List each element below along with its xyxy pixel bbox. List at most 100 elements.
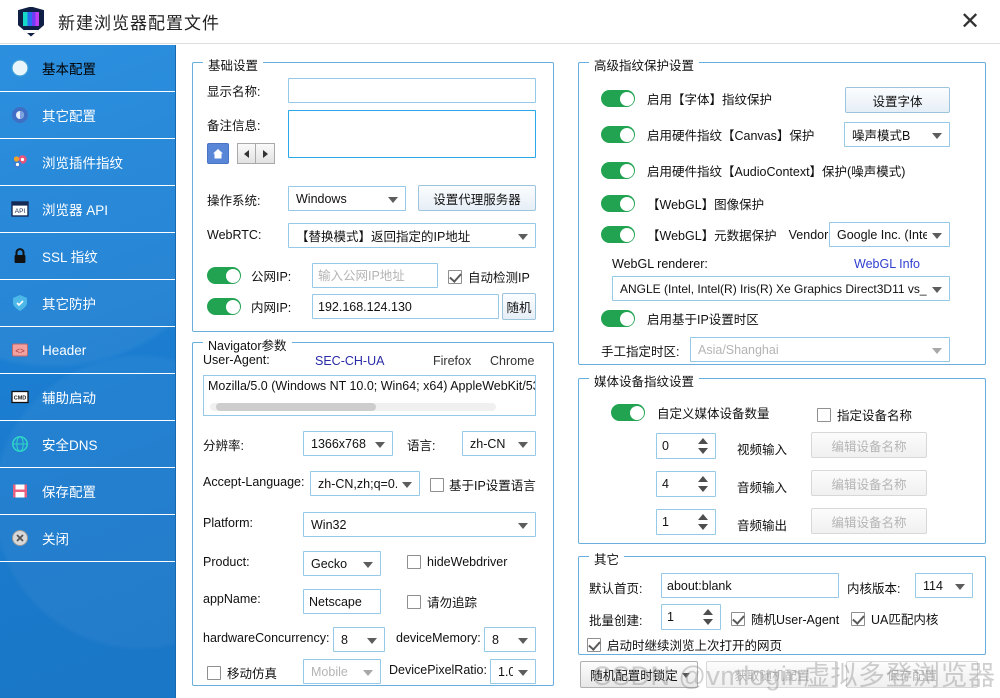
- sidebar-label: 其它防护: [42, 297, 96, 312]
- display-name-label: 显示名称:: [207, 85, 261, 99]
- sidebar-item-ssl-fingerprint[interactable]: SSL 指纹: [0, 233, 175, 280]
- batch-create-value[interactable]: [661, 604, 721, 630]
- canvas-protect-toggle[interactable]: [601, 126, 635, 143]
- resume-last-session-checkbox[interactable]: [587, 637, 601, 652]
- stepper-down-icon[interactable]: [698, 448, 708, 454]
- sidebar-item-basic-config[interactable]: 基本配置: [0, 45, 175, 92]
- audiocontext-protect-toggle[interactable]: [601, 162, 635, 179]
- auto-detect-ip-checkbox[interactable]: [448, 269, 462, 284]
- hardware-concurrency-select[interactable]: 8: [333, 627, 385, 652]
- font-protect-toggle[interactable]: [601, 90, 635, 107]
- vendor-select[interactable]: Google Inc. (Intel: [829, 222, 950, 247]
- lock-on-random-label: 随机配置时锁定: [590, 669, 678, 683]
- canvas-mode-select[interactable]: 噪声模式B: [844, 122, 950, 147]
- kernel-version-select[interactable]: 114: [915, 573, 973, 598]
- random-user-agent-checkbox[interactable]: [731, 611, 745, 626]
- sidebar-item-header[interactable]: <> Header: [0, 327, 175, 374]
- stepper-up-icon[interactable]: [703, 609, 713, 615]
- arrow-left-icon[interactable]: [237, 143, 256, 164]
- audio-input-stepper[interactable]: [656, 471, 716, 497]
- os-select[interactable]: Windows: [288, 186, 406, 211]
- svg-text:API: API: [15, 208, 26, 215]
- mobile-select[interactable]: Mobile: [303, 659, 381, 684]
- proxy-settings-button[interactable]: 设置代理服务器: [418, 185, 536, 211]
- tab-firefox[interactable]: Firefox: [433, 354, 471, 368]
- do-not-track-checkbox[interactable]: [407, 594, 421, 609]
- tab-chrome[interactable]: Chrome: [490, 354, 534, 368]
- close-window-button[interactable]: ✕: [954, 6, 986, 38]
- chevron-down-icon: [518, 637, 528, 644]
- audio-output-value[interactable]: [656, 509, 716, 535]
- mobile-simulation-checkbox[interactable]: [207, 665, 221, 680]
- audio-output-stepper[interactable]: [656, 509, 716, 535]
- language-select[interactable]: zh-CN: [462, 431, 536, 456]
- accept-language-select[interactable]: zh-CN,zh;q=0.9: [310, 471, 420, 496]
- tab-sec-ch-ua[interactable]: SEC-CH-UA: [315, 354, 384, 368]
- sidebar-label: 辅助启动: [42, 391, 96, 406]
- arrow-right-icon[interactable]: [256, 143, 275, 164]
- stepper-up-icon[interactable]: [698, 476, 708, 482]
- kernel-version-label: 内核版本:: [847, 582, 901, 596]
- set-font-button[interactable]: 设置字体: [845, 87, 950, 113]
- batch-create-label: 批量创建:: [589, 614, 643, 628]
- hide-webdriver-checkbox[interactable]: [407, 555, 421, 569]
- lan-ip-input[interactable]: [312, 294, 499, 319]
- lan-ip-toggle[interactable]: [207, 298, 241, 315]
- stepper-down-icon[interactable]: [698, 524, 708, 530]
- edit-audio-input-device-name-button[interactable]: 编辑设备名称: [811, 470, 927, 496]
- stepper-down-icon[interactable]: [698, 486, 708, 492]
- homepage-input[interactable]: [661, 573, 839, 598]
- video-input-stepper[interactable]: [656, 433, 716, 459]
- appname-input[interactable]: [303, 589, 381, 614]
- random-ip-button[interactable]: 随机: [502, 293, 536, 320]
- stepper-up-icon[interactable]: [698, 438, 708, 444]
- ip-language-checkbox[interactable]: [430, 477, 444, 492]
- audio-input-value[interactable]: [656, 471, 716, 497]
- timezone-ip-label: 启用基于IP设置时区: [647, 313, 759, 327]
- product-select[interactable]: Gecko: [303, 551, 381, 576]
- remark-textarea[interactable]: [288, 110, 536, 158]
- stepper-down-icon[interactable]: [703, 619, 713, 625]
- sidebar-item-assisted-launch[interactable]: CMD 辅助启动: [0, 374, 175, 421]
- webgl-metadata-toggle[interactable]: [601, 226, 635, 243]
- save-config-button[interactable]: 保存配置: [846, 661, 978, 688]
- sidebar-item-secure-dns[interactable]: 安全DNS: [0, 421, 175, 468]
- webgl-info-link[interactable]: WebGL Info: [854, 257, 920, 271]
- webgl-metadata-label: 【WebGL】元数据保护: [647, 229, 777, 243]
- public-ip-toggle[interactable]: [207, 267, 241, 284]
- timezone-manual-select[interactable]: Asia/Shanghai: [690, 337, 950, 362]
- edit-audio-output-device-name-button[interactable]: 编辑设备名称: [811, 508, 927, 534]
- resolution-label: 分辨率:: [203, 439, 244, 453]
- ua-match-kernel-checkbox[interactable]: [851, 611, 865, 626]
- user-agent-scrollbar[interactable]: [210, 403, 496, 411]
- timezone-ip-toggle[interactable]: [601, 310, 635, 327]
- custom-media-count-toggle[interactable]: [611, 404, 645, 421]
- edit-video-device-name-button[interactable]: 编辑设备名称: [811, 432, 927, 458]
- webgl-renderer-select[interactable]: ANGLE (Intel, Intel(R) Iris(R) Xe Graphi…: [612, 276, 950, 301]
- svg-text:<>: <>: [15, 348, 25, 357]
- webgl-image-toggle[interactable]: [601, 195, 635, 212]
- lock-on-random-button[interactable]: 随机配置时锁定: [580, 661, 698, 688]
- sidebar-item-close[interactable]: 关闭: [0, 515, 175, 562]
- video-input-value[interactable]: [656, 433, 716, 459]
- platform-select[interactable]: Win32: [303, 512, 536, 537]
- resume-last-session-label: 启动时继续浏览上次打开的网页: [607, 639, 783, 653]
- resolution-select[interactable]: 1366x768: [303, 431, 393, 456]
- sidebar-item-browser-api[interactable]: API 浏览器 API: [0, 186, 175, 233]
- specify-device-name-checkbox[interactable]: [817, 407, 831, 422]
- sidebar-item-other-protection[interactable]: 其它防护: [0, 280, 175, 327]
- device-pixel-ratio-select[interactable]: 1.0: [490, 659, 536, 684]
- public-ip-input[interactable]: [312, 263, 438, 288]
- webrtc-select[interactable]: 【替换模式】返回指定的IP地址: [288, 223, 536, 248]
- stepper-up-icon[interactable]: [698, 514, 708, 520]
- sidebar-item-plugin-fingerprint[interactable]: 浏览插件指纹: [0, 139, 175, 186]
- display-name-input[interactable]: [288, 78, 536, 103]
- get-random-config-button[interactable]: 获取随机配置: [706, 661, 838, 688]
- sidebar-item-other-config[interactable]: 其它配置: [0, 92, 175, 139]
- sidebar-item-save-config[interactable]: 保存配置: [0, 468, 175, 515]
- batch-create-stepper[interactable]: [661, 604, 721, 630]
- chevron-down-icon: [932, 347, 942, 354]
- user-agent-box[interactable]: Mozilla/5.0 (Windows NT 10.0; Win64; x64…: [203, 375, 536, 416]
- home-icon[interactable]: [207, 143, 229, 164]
- device-memory-select[interactable]: 8: [484, 627, 536, 652]
